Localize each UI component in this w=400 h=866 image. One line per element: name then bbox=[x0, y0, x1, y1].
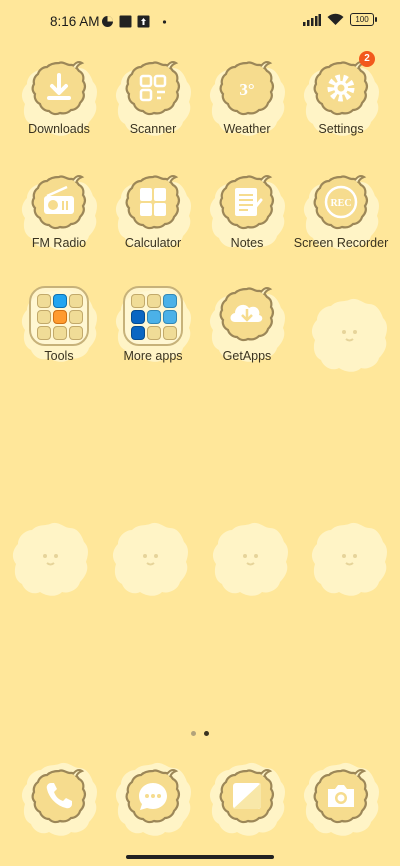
empty-blob-decoration bbox=[10, 518, 90, 598]
phone-icon bbox=[29, 766, 89, 826]
record-icon: REC bbox=[311, 172, 371, 232]
page-dot[interactable] bbox=[191, 731, 196, 736]
app-fm-radio[interactable]: FM Radio bbox=[11, 172, 107, 250]
app-weather[interactable]: 3° Weather bbox=[199, 58, 295, 136]
app-label: Screen Recorder bbox=[293, 236, 389, 250]
gear-icon bbox=[311, 58, 371, 118]
app-settings[interactable]: 2 Settings bbox=[293, 51, 389, 136]
app-label: FM Radio bbox=[31, 236, 87, 250]
radio-icon bbox=[29, 172, 89, 232]
weather-icon: 3° bbox=[217, 58, 277, 118]
folder-preview bbox=[29, 286, 89, 346]
app-label: Downloads bbox=[28, 122, 90, 136]
dock-gallery[interactable] bbox=[199, 766, 295, 836]
download-icon bbox=[29, 58, 89, 118]
cloud-download-icon bbox=[217, 284, 277, 344]
empty-blob-decoration bbox=[309, 518, 389, 598]
upload-notification-icon bbox=[137, 15, 150, 28]
app-label: Tools bbox=[44, 349, 74, 363]
app-label: Calculator bbox=[124, 236, 182, 250]
app-calculator[interactable]: Calculator bbox=[105, 172, 201, 250]
status-time: 8:16 AM bbox=[50, 14, 100, 29]
calculator-icon bbox=[123, 172, 183, 232]
weather-temp-glyph: 3° bbox=[239, 80, 254, 99]
status-bar: 8:16 AM 100 bbox=[0, 0, 400, 44]
page-indicator[interactable] bbox=[0, 731, 400, 736]
app-downloads[interactable]: Downloads bbox=[11, 58, 107, 136]
app-getapps[interactable]: GetApps bbox=[199, 278, 295, 363]
notes-icon bbox=[217, 172, 277, 232]
app-label: Weather bbox=[223, 122, 271, 136]
scanner-icon bbox=[123, 58, 183, 118]
app-label: Notes bbox=[230, 236, 264, 250]
folder-tools[interactable]: Tools bbox=[11, 278, 107, 363]
dock-camera[interactable] bbox=[293, 766, 389, 836]
cellular-signal-icon bbox=[303, 13, 321, 26]
camera-icon bbox=[311, 766, 371, 826]
square-notification-icon bbox=[119, 15, 132, 28]
gesture-nav-handle[interactable] bbox=[126, 855, 274, 859]
notification-badge: 2 bbox=[359, 51, 375, 67]
app-screen-recorder[interactable]: REC Screen Recorder bbox=[293, 172, 389, 250]
message-icon bbox=[123, 766, 183, 826]
app-label: Settings bbox=[318, 122, 364, 136]
app-label: More apps bbox=[123, 349, 183, 363]
empty-blob-decoration bbox=[110, 518, 190, 598]
folder-preview bbox=[123, 286, 183, 346]
app-notes[interactable]: Notes bbox=[199, 172, 295, 250]
page-dot-active[interactable] bbox=[204, 731, 209, 736]
empty-blob-decoration bbox=[210, 518, 290, 598]
pie-chart-notification-icon bbox=[102, 16, 113, 27]
dock-phone[interactable] bbox=[11, 766, 107, 836]
battery-indicator: 100 bbox=[350, 13, 377, 26]
wifi-icon bbox=[327, 13, 344, 25]
empty-blob-decoration bbox=[309, 294, 389, 374]
gallery-icon bbox=[217, 766, 277, 826]
rec-glyph: REC bbox=[330, 198, 351, 209]
dot-notification-icon bbox=[162, 20, 167, 24]
app-label: Scanner bbox=[129, 122, 177, 136]
app-scanner[interactable]: Scanner bbox=[105, 58, 201, 136]
folder-more-apps[interactable]: More apps bbox=[105, 278, 201, 363]
app-label: GetApps bbox=[222, 349, 272, 363]
dock-messages[interactable] bbox=[105, 766, 201, 836]
